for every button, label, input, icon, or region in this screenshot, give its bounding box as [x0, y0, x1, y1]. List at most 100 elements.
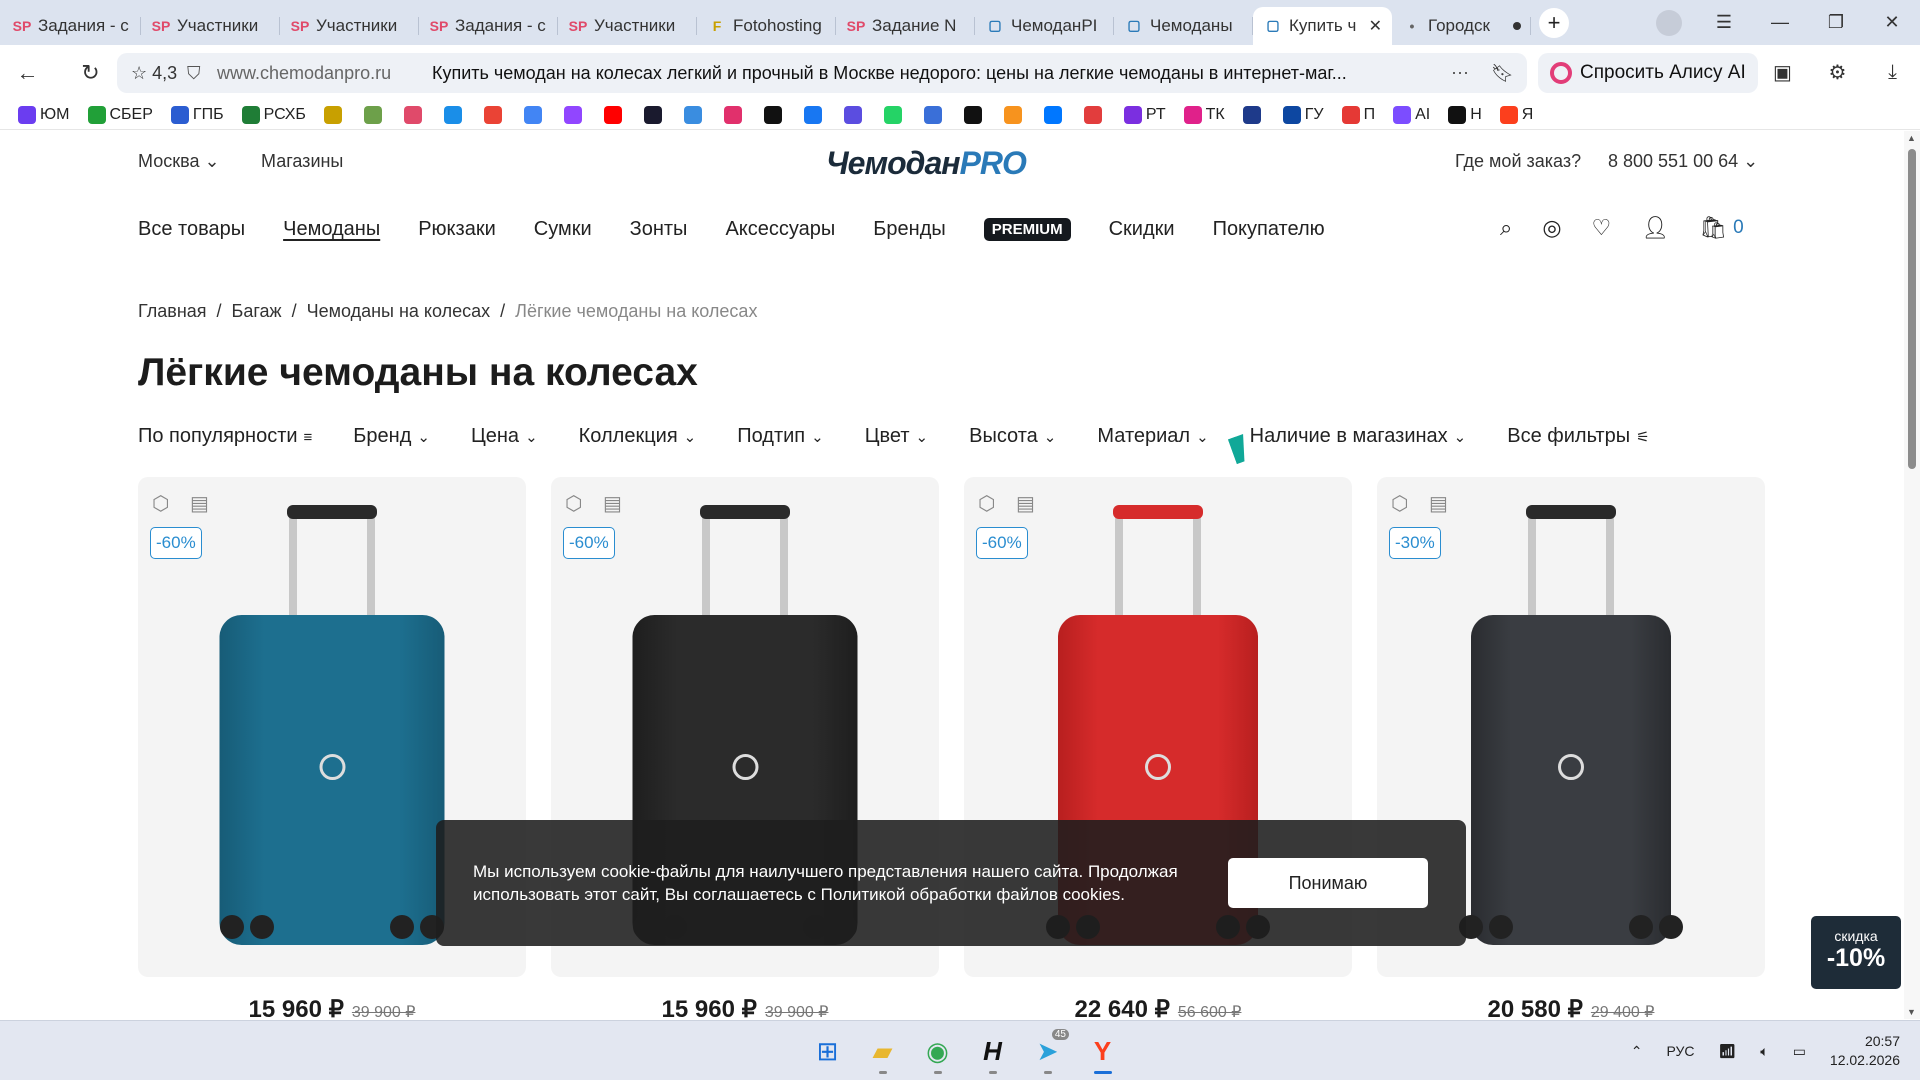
- nav-item[interactable]: Зонты: [630, 218, 688, 241]
- taskbar-explorer[interactable]: ▰: [855, 1027, 910, 1075]
- bookmark-item[interactable]: РСХБ: [241, 105, 306, 124]
- scroll-up-arrow[interactable]: ▲: [1907, 133, 1916, 143]
- start-button[interactable]: ⊞: [800, 1027, 855, 1075]
- filter-dropdown[interactable]: Подтип ⌄: [737, 425, 823, 448]
- filter-dropdown[interactable]: Высота ⌄: [969, 425, 1056, 448]
- nav-item[interactable]: PREMIUM: [983, 217, 1071, 241]
- taskbar-chrome[interactable]: ◉: [910, 1027, 965, 1075]
- browser-tab[interactable]: SP Участники: [141, 7, 280, 45]
- reload-button[interactable]: ↻: [63, 60, 118, 86]
- breadcrumb-item[interactable]: Багаж: [232, 301, 282, 321]
- filter-dropdown[interactable]: Коллекция ⌄: [579, 425, 697, 448]
- breadcrumb-item[interactable]: Чемоданы на колесах: [307, 301, 491, 321]
- nav-item[interactable]: Сумки: [534, 218, 592, 241]
- nav-item[interactable]: Все товары: [138, 218, 245, 241]
- restore-button[interactable]: ❐: [1808, 12, 1864, 33]
- browser-tab[interactable]: SP Участники: [280, 7, 419, 45]
- cart-icon[interactable]: 🛍︎: [1699, 215, 1727, 241]
- nav-item[interactable]: Бренды: [873, 218, 945, 241]
- nav-item[interactable]: Скидки: [1109, 218, 1175, 241]
- bookmark-item[interactable]: [1083, 105, 1102, 124]
- nav-item[interactable]: Покупателю: [1213, 218, 1325, 241]
- bookmark-item[interactable]: РТ: [1123, 105, 1166, 124]
- taskbar-app-h[interactable]: H: [965, 1027, 1020, 1075]
- scroll-down-arrow[interactable]: ▼: [1907, 1007, 1916, 1017]
- cookie-accept-button[interactable]: Понимаю: [1228, 858, 1428, 908]
- browser-tab[interactable]: F Fotohosting: [697, 7, 836, 45]
- nav-item[interactable]: Аксессуары: [725, 218, 835, 241]
- bookmark-item[interactable]: ГПБ: [170, 105, 224, 124]
- close-window-button[interactable]: ✕: [1864, 12, 1920, 33]
- phone-selector[interactable]: 8 800 551 00 64 ⌄: [1608, 151, 1758, 172]
- bookmark-item[interactable]: [923, 105, 942, 124]
- bookmark-item[interactable]: ЮМ: [18, 105, 70, 124]
- filter-dropdown[interactable]: Материал ⌄: [1097, 425, 1208, 448]
- nav-item[interactable]: Рюкзаки: [418, 218, 496, 241]
- site-rating[interactable]: ☆ 4,3: [117, 63, 187, 84]
- tray-overflow-icon[interactable]: ⌃: [1631, 1043, 1643, 1060]
- bookmark-item[interactable]: СБЕР: [87, 105, 153, 124]
- taskbar-telegram[interactable]: ➤ 45: [1020, 1027, 1075, 1075]
- bookmark-item[interactable]: [803, 105, 822, 124]
- page-title-in-omnibox[interactable]: Купить чемодан на колесах легкий и прочн…: [432, 63, 1451, 84]
- clock[interactable]: 20:57 12.02.2026: [1830, 1032, 1900, 1070]
- compare-icon[interactable]: ◎: [1542, 215, 1561, 241]
- filter-dropdown[interactable]: Бренд ⌄: [353, 425, 430, 448]
- browser-tab[interactable]: ▢ Купить ч ✕: [1253, 6, 1392, 45]
- bookmark-item[interactable]: [443, 105, 462, 124]
- bookmark-item[interactable]: [643, 105, 662, 124]
- bookmark-item[interactable]: ГУ: [1282, 105, 1324, 124]
- language-indicator[interactable]: РУС: [1666, 1043, 1694, 1059]
- volume-icon[interactable]: 🔈︎: [1760, 1043, 1768, 1060]
- browser-tab[interactable]: ▢ Чемоданы: [1114, 7, 1253, 45]
- user-icon[interactable]: 👤︎: [1641, 215, 1669, 241]
- heart-icon[interactable]: ♡: [1592, 215, 1612, 241]
- bookmark-item[interactable]: [883, 105, 902, 124]
- more-icon[interactable]: ⋯: [1451, 63, 1491, 84]
- close-tab-icon[interactable]: ✕: [1369, 16, 1382, 36]
- menu-icon[interactable]: ☰: [1696, 12, 1752, 33]
- bookmark-item[interactable]: [483, 105, 502, 124]
- screenshot-icon[interactable]: ▣: [1755, 60, 1810, 85]
- bookmark-item[interactable]: ТК: [1183, 105, 1225, 124]
- extensions-icon[interactable]: ⚙: [1810, 60, 1865, 85]
- battery-icon[interactable]: ▭: [1793, 1043, 1806, 1060]
- bookmark-item[interactable]: [523, 105, 542, 124]
- browser-tab[interactable]: SP Участники: [558, 7, 697, 45]
- breadcrumb-item[interactable]: Главная: [138, 301, 207, 321]
- browser-tab[interactable]: SP Задания - с: [2, 7, 141, 45]
- search-icon[interactable]: ⌕: [1500, 215, 1512, 241]
- download-icon[interactable]: ⤓: [1865, 61, 1920, 84]
- bookmark-item[interactable]: [1242, 105, 1261, 124]
- omnibox[interactable]: ☆ 4,3 ⛉ www.chemodanpro.ru Купить чемода…: [117, 53, 1527, 93]
- taskbar-yandex-browser[interactable]: Y: [1075, 1027, 1130, 1075]
- city-selector[interactable]: Москва ⌄: [138, 151, 220, 172]
- filter-dropdown[interactable]: Цвет ⌄: [865, 425, 928, 448]
- scrollbar-thumb[interactable]: [1908, 149, 1916, 469]
- bookmark-item[interactable]: [403, 105, 422, 124]
- profile-avatar[interactable]: [1656, 10, 1682, 36]
- bookmark-item[interactable]: [683, 105, 702, 124]
- bookmark-item[interactable]: [843, 105, 862, 124]
- bookmark-item[interactable]: AI: [1393, 105, 1430, 124]
- bookmark-item[interactable]: [723, 105, 742, 124]
- discount-promo[interactable]: скидка -10%: [1811, 916, 1901, 989]
- bookmark-item[interactable]: [763, 105, 782, 124]
- minimize-button[interactable]: —: [1752, 12, 1808, 33]
- bookmark-item[interactable]: Н: [1448, 105, 1482, 124]
- site-logo[interactable]: ЧемоданPRO: [826, 145, 1027, 182]
- bookmark-item[interactable]: [363, 105, 382, 124]
- browser-tab[interactable]: • Городск: [1392, 7, 1531, 45]
- back-button[interactable]: ←: [0, 60, 55, 86]
- filter-dropdown[interactable]: Все фильтры ⚟: [1507, 425, 1649, 448]
- nav-item[interactable]: Чемоданы: [283, 218, 380, 241]
- browser-tab[interactable]: SP Задания - с: [419, 7, 558, 45]
- filter-dropdown[interactable]: Наличие в магазинах ⌄: [1250, 425, 1467, 448]
- bookmark-item[interactable]: [1043, 105, 1062, 124]
- browser-tab[interactable]: ▢ ЧемоданPI: [975, 7, 1114, 45]
- bookmark-item[interactable]: [963, 105, 982, 124]
- wifi-icon[interactable]: 📶︎: [1719, 1043, 1737, 1060]
- page-scrollbar[interactable]: ▲ ▼: [1904, 131, 1920, 1019]
- filter-dropdown[interactable]: Цена ⌄: [471, 425, 538, 448]
- bookmark-icon[interactable]: 🔖︎: [1491, 63, 1527, 84]
